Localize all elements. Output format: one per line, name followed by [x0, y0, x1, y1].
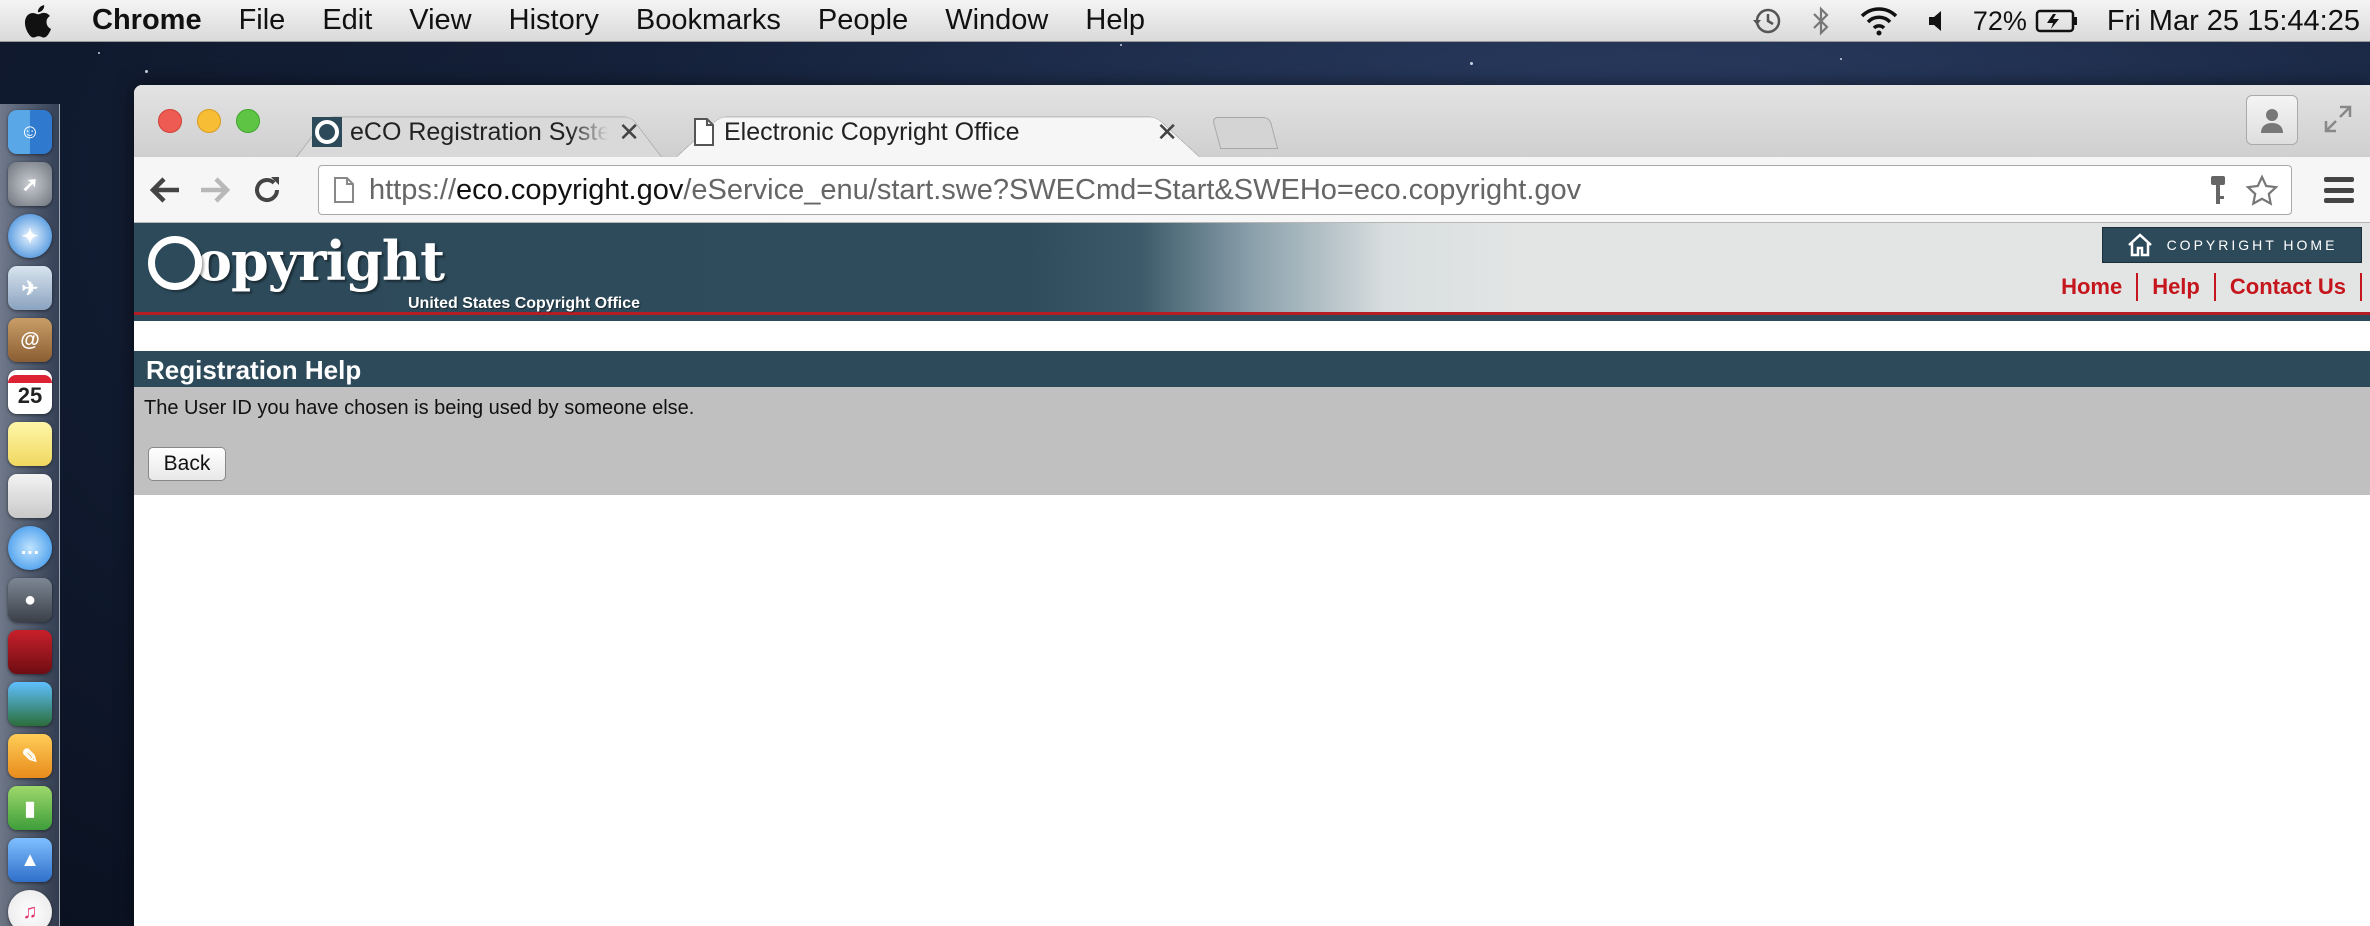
- copyright-favicon-icon: [312, 117, 342, 147]
- nav-home-link[interactable]: Home: [2047, 273, 2139, 301]
- site-nav: Home Help Contact Us: [2047, 273, 2362, 301]
- menu-edit[interactable]: Edit: [322, 4, 372, 37]
- menu-history[interactable]: History: [509, 4, 599, 37]
- pages-icon[interactable]: ✎: [8, 734, 52, 778]
- new-tab-button[interactable]: [1211, 117, 1279, 149]
- bookmark-star-icon[interactable]: [2245, 174, 2279, 208]
- copyright-home-link[interactable]: COPYRIGHT HOME: [2102, 227, 2362, 263]
- time-machine-icon[interactable]: [1751, 5, 1783, 37]
- page-info-icon[interactable]: [333, 176, 355, 204]
- menu-people[interactable]: People: [818, 4, 908, 37]
- menu-bar: Chrome File Edit View History Bookmarks …: [0, 0, 2370, 42]
- keynote-icon[interactable]: ▲: [8, 838, 52, 882]
- url-host: eco.copyright.gov: [456, 173, 684, 206]
- clock[interactable]: Fri Mar 25 15:44:25: [2107, 5, 2360, 38]
- logo-subtitle: United States Copyright Office: [408, 295, 641, 312]
- star: [1840, 58, 1842, 60]
- battery-percent: 72%: [1972, 5, 2027, 36]
- menu-file[interactable]: File: [239, 4, 286, 37]
- copyright-logo[interactable]: opyright United States Copyright Office: [148, 229, 640, 312]
- photo-booth-icon[interactable]: [8, 630, 52, 674]
- browser-window: eCO Registration System | U ✕ Electronic…: [134, 85, 2370, 926]
- page-title: Registration Help: [134, 351, 2370, 387]
- menu-app-name[interactable]: Chrome: [92, 4, 202, 37]
- calendar-icon[interactable]: 25: [8, 370, 52, 414]
- key-icon[interactable]: [2201, 174, 2235, 208]
- mail-icon[interactable]: ✈: [8, 266, 52, 310]
- house-icon: [2127, 233, 2153, 257]
- bluetooth-icon[interactable]: [1811, 6, 1831, 36]
- address-bar[interactable]: https://eco.copyright.gov/eService_enu/s…: [318, 165, 2292, 215]
- contacts-icon[interactable]: @: [8, 318, 52, 362]
- page-viewport: opyright United States Copyright Office …: [134, 223, 2370, 926]
- itunes-icon[interactable]: ♫: [8, 890, 52, 926]
- dock: ☺ ➚ ✦ ✈ @ 25 … ● ✎ ▮ ▲ ♫: [0, 104, 60, 926]
- iphoto-icon[interactable]: [8, 682, 52, 726]
- copyright-home-label: COPYRIGHT HOME: [2166, 237, 2338, 253]
- person-icon: [2261, 109, 2283, 133]
- battery-icon[interactable]: [2035, 8, 2079, 34]
- tab-title: eCO Registration System | U: [350, 117, 609, 146]
- tab-electronic-copyright-office[interactable]: Electronic Copyright Office ✕: [666, 107, 1210, 157]
- registration-help-panel: Registration Help The User ID you have c…: [134, 351, 2370, 495]
- star: [1120, 44, 1122, 46]
- back-button[interactable]: Back: [148, 447, 226, 481]
- finder-icon[interactable]: ☺: [8, 110, 52, 154]
- tab-strip: eCO Registration System | U ✕ Electronic…: [134, 85, 2370, 157]
- nav-help-link[interactable]: Help: [2138, 273, 2216, 301]
- copyright-c-mark: [148, 236, 202, 290]
- profile-button[interactable]: [2246, 95, 2298, 145]
- numbers-icon[interactable]: ▮: [8, 786, 52, 830]
- menu-help[interactable]: Help: [1085, 4, 1145, 37]
- nav-contact-link[interactable]: Contact Us: [2216, 273, 2362, 301]
- chrome-menu-icon[interactable]: [2322, 173, 2356, 207]
- star: [145, 70, 148, 73]
- star: [98, 52, 100, 54]
- wifi-icon[interactable]: [1859, 6, 1899, 36]
- error-message: The User ID you have chosen is being use…: [144, 397, 695, 419]
- notes-icon[interactable]: [8, 422, 52, 466]
- url-scheme: https://: [369, 173, 457, 206]
- reminders-icon[interactable]: [8, 474, 52, 518]
- menu-bookmarks[interactable]: Bookmarks: [636, 4, 781, 37]
- minimize-window-button[interactable]: [197, 109, 221, 133]
- messages-icon[interactable]: …: [8, 526, 52, 570]
- fullscreen-icon[interactable]: [2320, 101, 2356, 137]
- launchpad-icon[interactable]: ➚: [8, 162, 52, 206]
- site-header: opyright United States Copyright Office …: [134, 223, 2370, 321]
- calendar-day: 25: [17, 383, 43, 408]
- close-tab-icon[interactable]: ✕: [618, 117, 640, 148]
- reload-icon[interactable]: [248, 171, 286, 209]
- star: [1470, 62, 1473, 65]
- safari-icon[interactable]: ✦: [8, 214, 52, 258]
- close-tab-icon[interactable]: ✕: [1156, 117, 1178, 148]
- close-window-button[interactable]: [158, 109, 182, 133]
- menu-window[interactable]: Window: [945, 4, 1048, 37]
- tab-eco-registration[interactable]: eCO Registration System | U ✕: [286, 107, 672, 157]
- apple-menu-icon[interactable]: [22, 0, 62, 42]
- page-favicon-icon: [692, 117, 716, 147]
- back-arrow-icon[interactable]: [146, 171, 184, 209]
- tab-title: Electronic Copyright Office: [724, 117, 1020, 146]
- zoom-window-button[interactable]: [236, 109, 260, 133]
- forward-arrow-icon[interactable]: [196, 171, 234, 209]
- url-path: /eService_enu/start.swe?SWECmd=Start&SWE…: [683, 173, 1582, 206]
- browser-toolbar: https://eco.copyright.gov/eService_enu/s…: [134, 157, 2370, 223]
- menu-view[interactable]: View: [409, 4, 471, 37]
- logo-text: opyright: [196, 229, 445, 293]
- volume-icon[interactable]: [1927, 8, 1945, 34]
- facetime-icon[interactable]: ●: [8, 578, 52, 622]
